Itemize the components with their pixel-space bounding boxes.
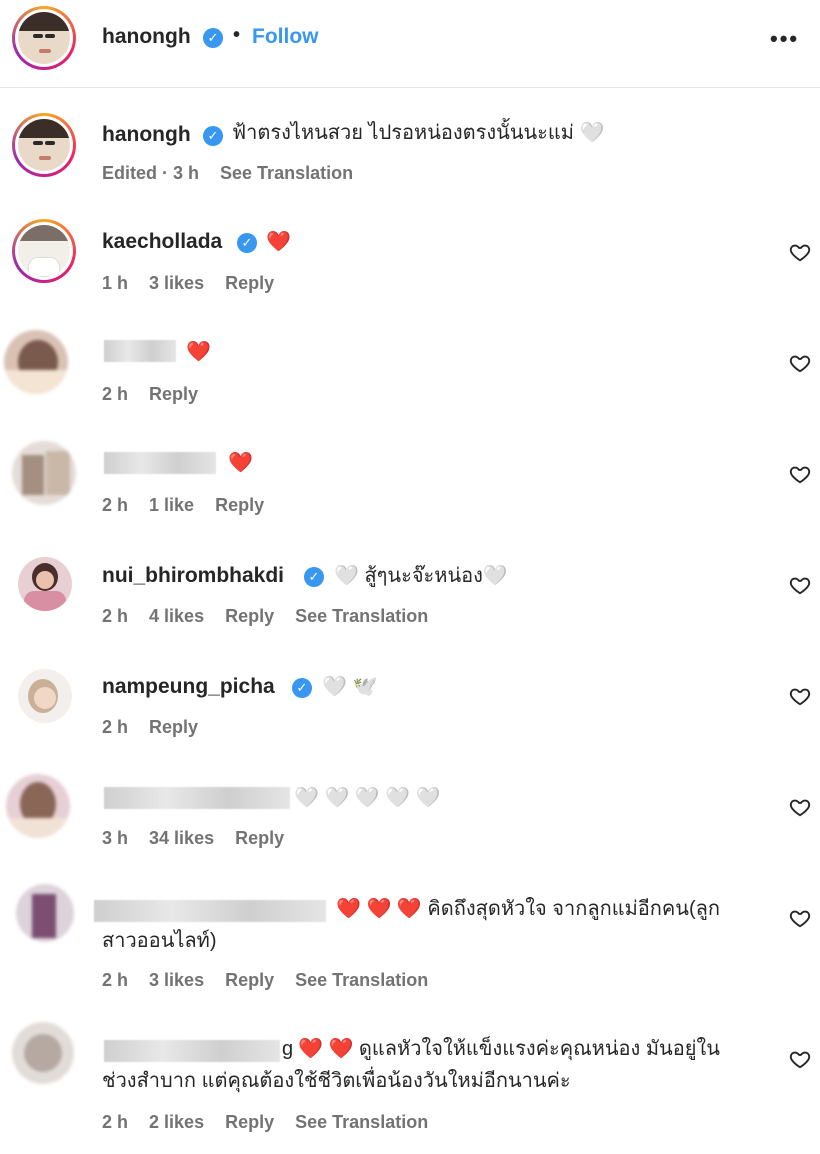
see-translation-link[interactable]: See Translation bbox=[220, 163, 353, 183]
comment-avatar-blurred[interactable] bbox=[6, 774, 70, 838]
comment-time: 1 h bbox=[102, 273, 129, 293]
like-heart-icon[interactable] bbox=[789, 352, 811, 374]
comment-time: 2 h bbox=[102, 384, 129, 404]
comment-text: ❤️ bbox=[266, 231, 291, 253]
caption-text: ฟ้าตรงไหนสวย ไปรอหน่องตรงนั้นนะแม่ 🤍 bbox=[232, 122, 605, 144]
comment-username[interactable]: nui_bhirombhakdi bbox=[102, 564, 284, 588]
caption-avatar[interactable] bbox=[12, 113, 76, 177]
caption-meta: Edited · 3 h See Translation bbox=[102, 163, 369, 184]
reply-button[interactable]: Reply bbox=[225, 273, 274, 293]
comment-username[interactable]: nampeung_picha bbox=[102, 675, 275, 699]
comment-likes[interactable]: 2 likes bbox=[149, 1112, 204, 1132]
see-translation-link[interactable]: See Translation bbox=[295, 1112, 428, 1132]
like-heart-icon[interactable] bbox=[789, 463, 811, 485]
comment-text-line2: สาวออนไลท์) bbox=[102, 930, 217, 952]
comment-time: 2 h bbox=[102, 717, 129, 737]
verified-badge-icon: ✓ bbox=[237, 233, 257, 253]
reply-button[interactable]: Reply bbox=[149, 717, 198, 737]
author-username[interactable]: hanongh bbox=[102, 25, 191, 49]
see-translation-link[interactable]: See Translation bbox=[295, 970, 428, 990]
comment-meta: 2 h Reply bbox=[102, 384, 214, 405]
comment-avatar[interactable] bbox=[18, 557, 72, 611]
comment-avatar-blurred[interactable] bbox=[12, 441, 76, 505]
verified-badge-icon: ✓ bbox=[203, 126, 223, 146]
comment-text: ❤️ ❤️ ❤️ คิดถึงสุดหัวใจ จากลูกแม่อีกคน(ล… bbox=[336, 898, 720, 920]
follow-button[interactable]: Follow bbox=[252, 25, 319, 49]
comment-meta: 2 h 3 likes Reply See Translation bbox=[102, 970, 444, 991]
comment-text: ❤️ ❤️ ดูแลหัวใจให้แข็งแรงค่ะคุณหน่อง มัน… bbox=[298, 1038, 720, 1060]
comment-meta: 2 h 2 likes Reply See Translation bbox=[102, 1112, 444, 1133]
comment-avatar-blurred[interactable] bbox=[12, 1022, 74, 1084]
like-heart-icon[interactable] bbox=[789, 241, 811, 263]
comment-username[interactable]: kaechollada bbox=[102, 230, 222, 254]
verified-badge-icon: ✓ bbox=[203, 28, 223, 48]
comment-likes[interactable]: 4 likes bbox=[149, 606, 204, 626]
comment-username-blurred[interactable] bbox=[104, 1040, 280, 1062]
caption-edited-time: Edited · 3 h bbox=[102, 163, 200, 183]
comment-time: 2 h bbox=[102, 1112, 129, 1132]
comment-likes[interactable]: 3 likes bbox=[149, 970, 204, 990]
like-heart-icon[interactable] bbox=[789, 685, 811, 707]
comment-username-tail[interactable]: g bbox=[282, 1034, 293, 1064]
separator-dot: • bbox=[233, 24, 241, 46]
comment-text: ❤️ bbox=[186, 341, 211, 363]
comment-text: 🤍 🕊️ bbox=[322, 676, 378, 698]
reply-button[interactable]: Reply bbox=[215, 495, 264, 515]
verified-badge-icon: ✓ bbox=[304, 567, 324, 587]
comment-likes[interactable]: 34 likes bbox=[149, 828, 214, 848]
comment-avatar[interactable] bbox=[12, 219, 76, 283]
author-avatar[interactable] bbox=[12, 6, 76, 70]
like-heart-icon[interactable] bbox=[789, 1048, 811, 1070]
reply-button[interactable]: Reply bbox=[225, 970, 274, 990]
comment-meta: 1 h 3 likes Reply bbox=[102, 273, 290, 294]
comment-text-line2: ช่วงสำบาก แต่คุณต้องใช้ชีวิตเพื่อน้องวัน… bbox=[102, 1070, 571, 1092]
comment-likes[interactable]: 3 likes bbox=[149, 273, 204, 293]
see-translation-link[interactable]: See Translation bbox=[295, 606, 428, 626]
comment-username-blurred[interactable] bbox=[104, 452, 216, 474]
comment-time: 3 h bbox=[102, 828, 129, 848]
comment-avatar[interactable] bbox=[18, 669, 72, 723]
reply-button[interactable]: Reply bbox=[149, 384, 198, 404]
caption-username[interactable]: hanongh bbox=[102, 123, 191, 147]
like-heart-icon[interactable] bbox=[789, 574, 811, 596]
like-heart-icon[interactable] bbox=[789, 907, 811, 929]
comment-avatar-blurred[interactable] bbox=[4, 330, 68, 394]
comment-text: 🤍 🤍 🤍 🤍 🤍 bbox=[294, 787, 441, 809]
comment-username-blurred[interactable] bbox=[104, 787, 290, 809]
reply-button[interactable]: Reply bbox=[225, 606, 274, 626]
comment-username-blurred[interactable] bbox=[94, 900, 326, 922]
reply-button[interactable]: Reply bbox=[225, 1112, 274, 1132]
comment-meta: 3 h 34 likes Reply bbox=[102, 828, 300, 849]
comment-avatar-blurred[interactable] bbox=[16, 884, 74, 942]
comment-text: ❤️ bbox=[228, 452, 253, 474]
comment-meta: 2 h Reply bbox=[102, 717, 214, 738]
comment-meta: 2 h 1 like Reply bbox=[102, 495, 280, 516]
comment-time: 2 h bbox=[102, 495, 129, 515]
like-heart-icon[interactable] bbox=[789, 796, 811, 818]
comment-time: 2 h bbox=[102, 970, 129, 990]
post-header: hanongh ✓ • Follow ••• bbox=[0, 0, 820, 88]
comment-text: 🤍 สู้ๆนะจ๊ะหน่อง🤍 bbox=[334, 565, 508, 587]
comment-meta: 2 h 4 likes Reply See Translation bbox=[102, 606, 444, 627]
reply-button[interactable]: Reply bbox=[235, 828, 284, 848]
more-options-icon[interactable]: ••• bbox=[770, 26, 799, 52]
comment-username-blurred[interactable] bbox=[104, 340, 176, 362]
comment-likes[interactable]: 1 like bbox=[149, 495, 194, 515]
comment-time: 2 h bbox=[102, 606, 129, 626]
verified-badge-icon: ✓ bbox=[292, 678, 312, 698]
